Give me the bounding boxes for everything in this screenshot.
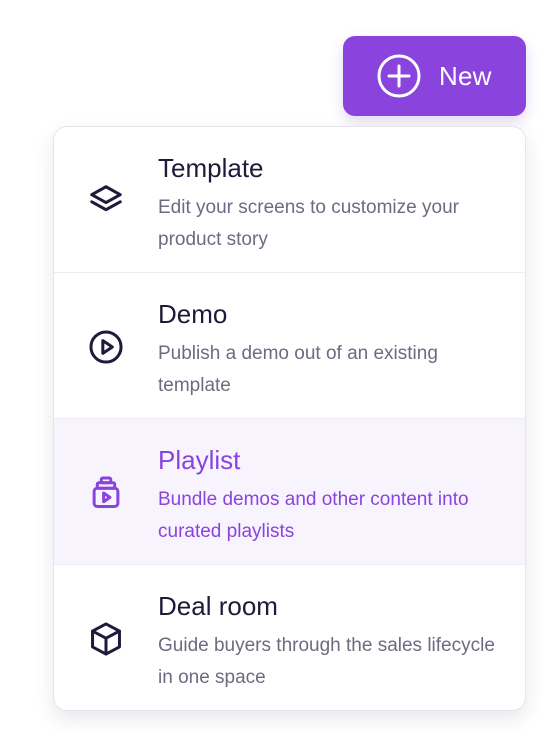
playlist-stack-icon	[87, 474, 125, 512]
new-button-label: New	[439, 60, 492, 91]
cube-icon	[87, 620, 125, 658]
new-item-dropdown-menu: Template Edit your screens to customize …	[53, 126, 526, 711]
plus-circle-icon	[376, 53, 422, 99]
menu-item-description: Bundle demos and other content into cura…	[158, 489, 469, 542]
menu-item-title: Template	[158, 153, 264, 183]
menu-item-deal-room[interactable]: Deal room Guide buyers through the sales…	[54, 565, 525, 710]
layers-icon	[87, 182, 125, 220]
menu-item-title: Demo	[158, 299, 228, 329]
new-button[interactable]: New	[343, 36, 526, 116]
menu-item-title: Deal room	[158, 591, 278, 621]
menu-item-description: Edit your screens to customize your prod…	[158, 197, 459, 250]
menu-item-playlist[interactable]: Playlist Bundle demos and other content …	[54, 419, 525, 565]
play-circle-icon	[87, 328, 125, 366]
menu-item-description: Publish a demo out of an existing templa…	[158, 343, 438, 396]
menu-item-description: Guide buyers through the sales lifecycle…	[158, 635, 495, 688]
menu-item-template[interactable]: Template Edit your screens to customize …	[54, 127, 525, 273]
menu-item-demo[interactable]: Demo Publish a demo out of an existing t…	[54, 273, 525, 419]
menu-item-title: Playlist	[158, 445, 241, 475]
